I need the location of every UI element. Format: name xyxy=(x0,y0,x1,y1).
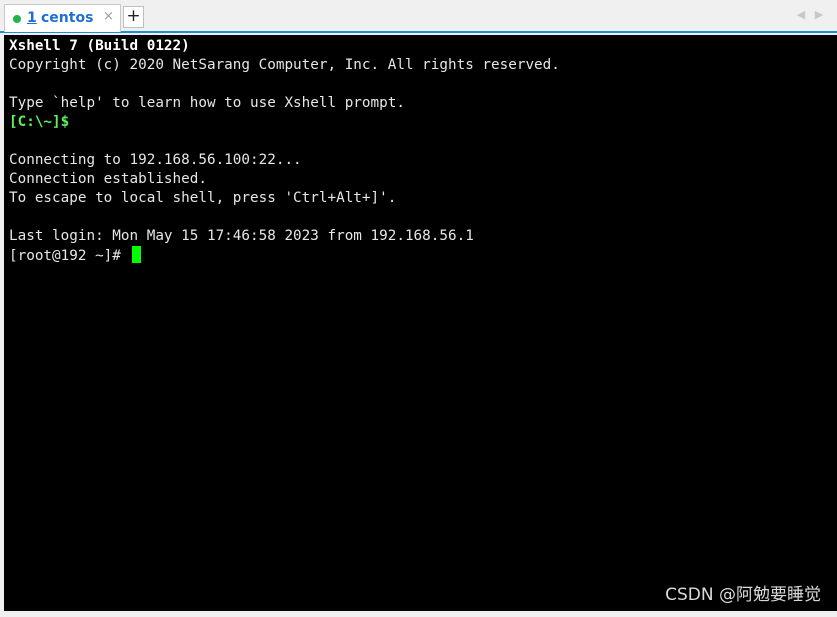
terminal-line: Connecting to 192.168.56.100:22... xyxy=(9,152,302,168)
scroll-tabs-right-icon[interactable]: ▶ xyxy=(814,8,824,22)
terminal-line: Type `help' to learn how to use Xshell p… xyxy=(9,95,405,111)
terminal-line: Last login: Mon May 15 17:46:58 2023 fro… xyxy=(9,228,474,244)
tab-bar: 1 centos × + ◀ ▶ xyxy=(0,0,837,33)
tab-title: centos xyxy=(41,10,94,26)
watermark: CSDN @阿勉要睡觉 xyxy=(665,585,821,605)
close-icon[interactable]: × xyxy=(103,9,114,24)
terminal-output: Xshell 7 (Build 0122) Copyright (c) 2020… xyxy=(9,37,560,265)
tab-number: 1 xyxy=(27,10,37,26)
window-bottom-border xyxy=(0,611,837,617)
connection-status-icon xyxy=(13,15,21,23)
remote-prompt-line[interactable]: [root@192 ~]# xyxy=(9,246,560,265)
terminal-line: Xshell 7 (Build 0122) xyxy=(9,38,190,54)
local-prompt: [C:\~]$ xyxy=(9,114,70,130)
terminal-line: To escape to local shell, press 'Ctrl+Al… xyxy=(9,190,397,206)
terminal-cursor xyxy=(131,246,141,263)
terminal-line: Connection established. xyxy=(9,171,207,187)
scroll-tabs-left-icon[interactable]: ◀ xyxy=(796,8,806,22)
remote-prompt: [root@192 ~]# xyxy=(9,248,130,264)
terminal-line: Copyright (c) 2020 NetSarang Computer, I… xyxy=(9,57,560,73)
tab-centos[interactable]: 1 centos × xyxy=(4,4,121,32)
xshell-window: 1 centos × + ◀ ▶ Xshell 7 (Build 0122) C… xyxy=(0,0,837,617)
new-tab-button[interactable]: + xyxy=(123,6,144,28)
terminal-area[interactable]: Xshell 7 (Build 0122) Copyright (c) 2020… xyxy=(4,35,837,611)
